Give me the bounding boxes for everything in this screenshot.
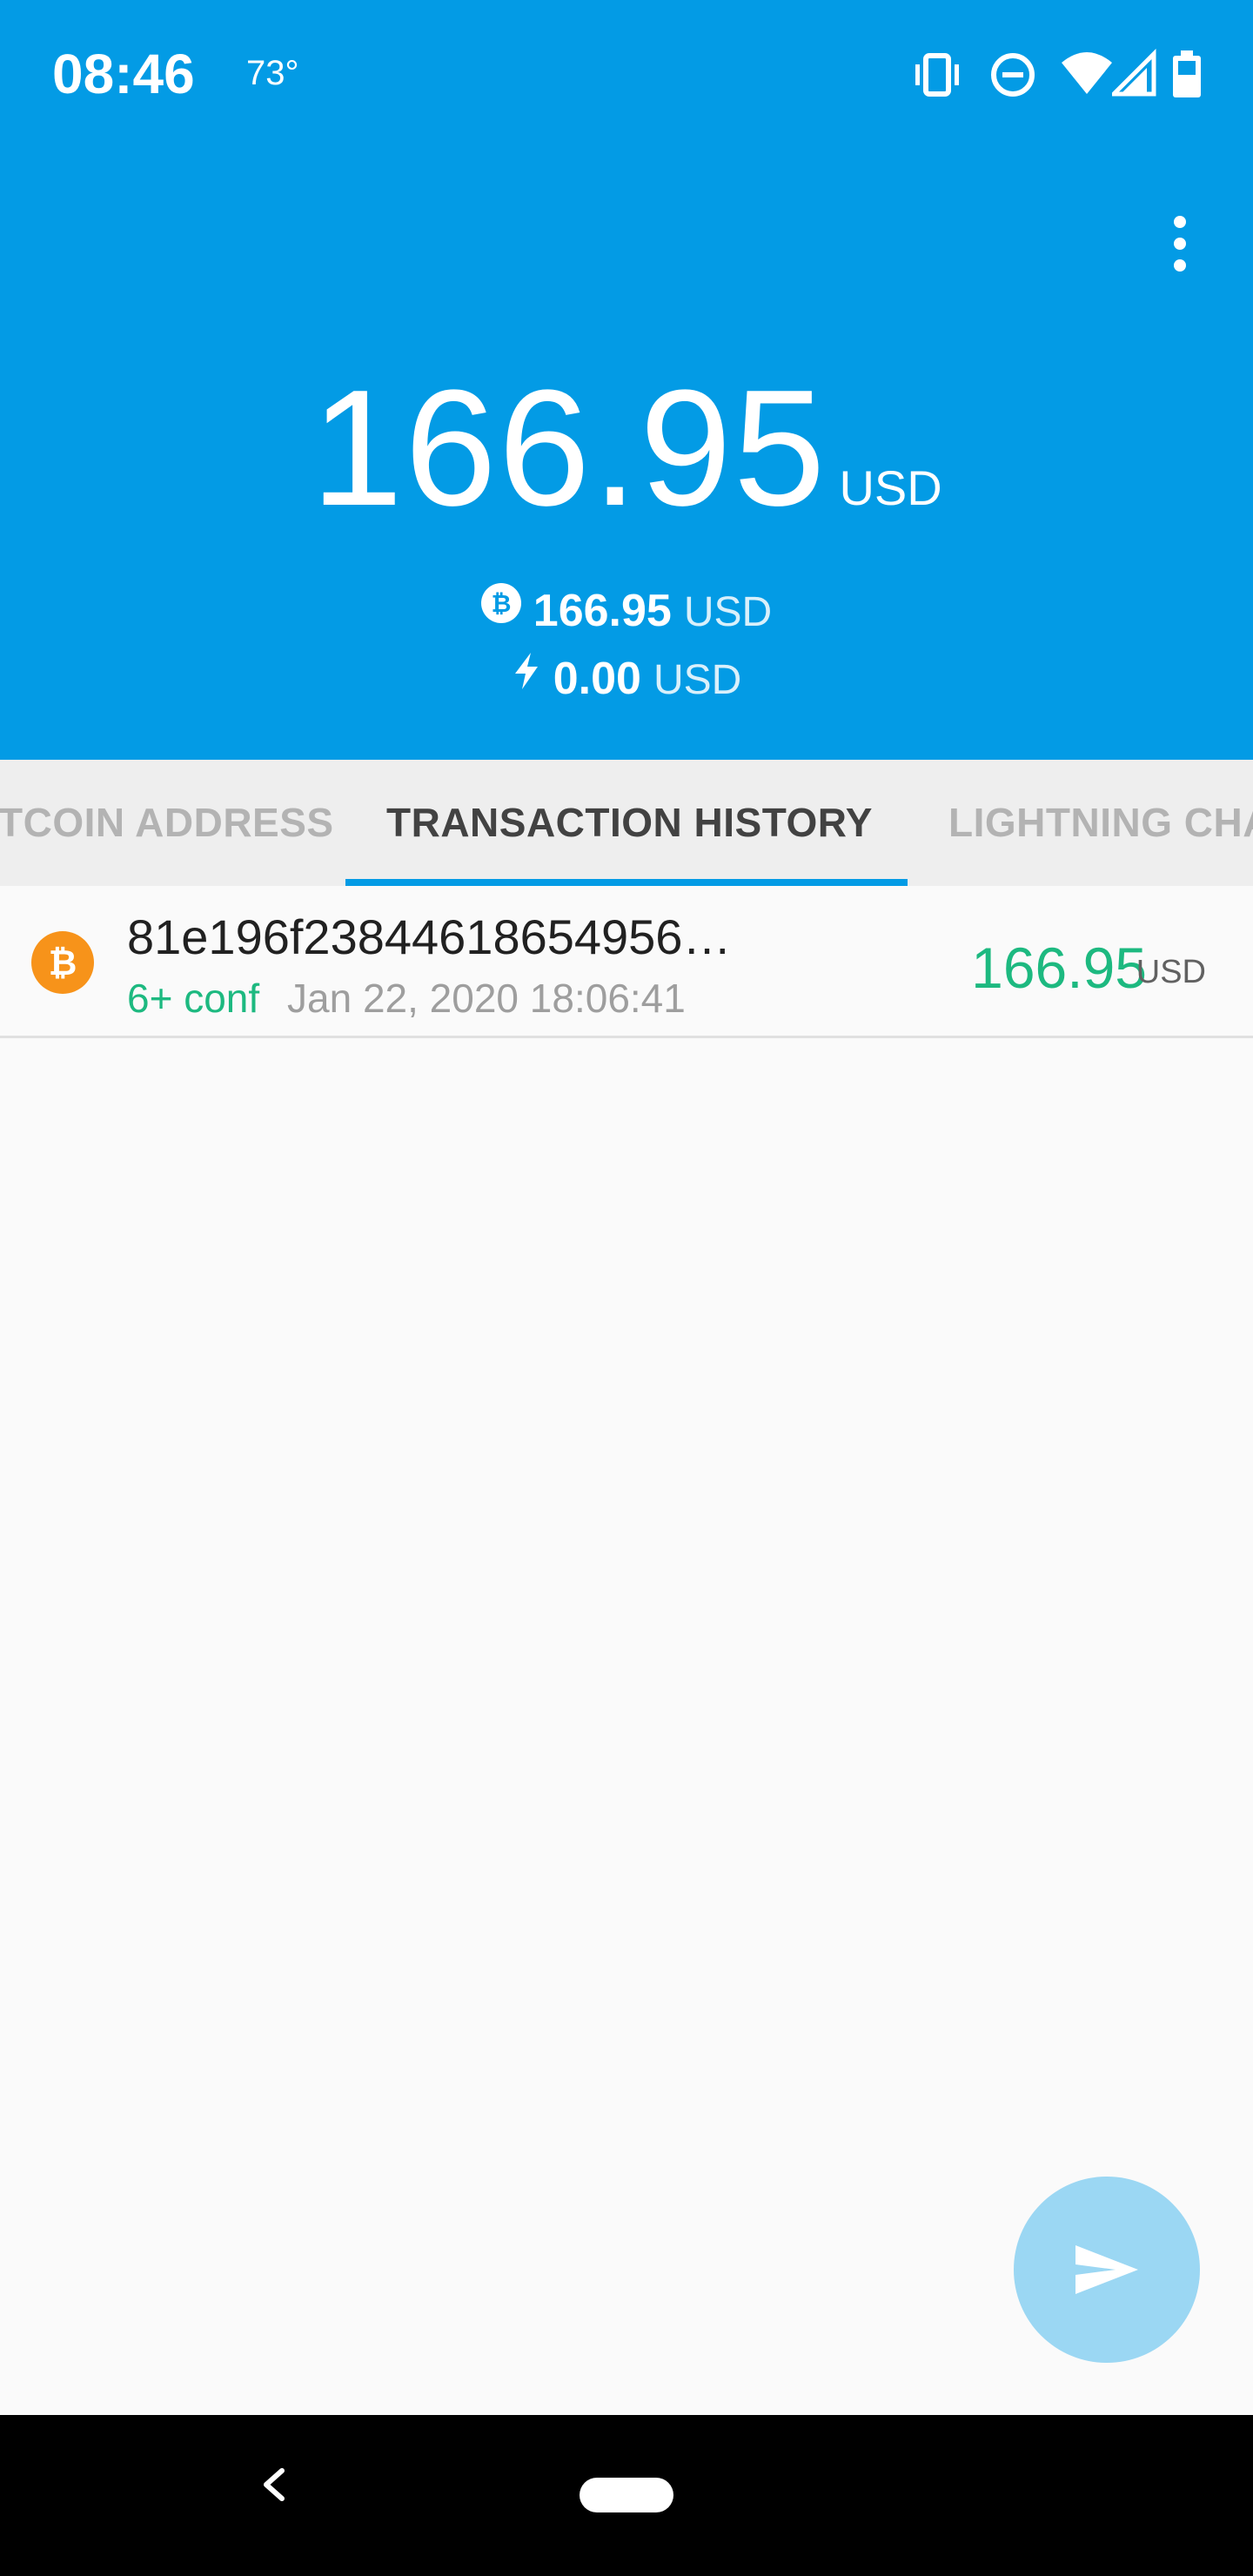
tab-indicator bbox=[345, 879, 908, 886]
lightning-icon bbox=[512, 650, 541, 702]
wallet-header: 08:46 73° 166.95 USD ₿ 166.95 USD 0.00 U… bbox=[0, 0, 1253, 760]
bitcoin-icon: ₿ bbox=[480, 582, 521, 634]
vibrate-icon bbox=[912, 49, 962, 105]
bitcoin-icon: ₿ bbox=[31, 931, 94, 994]
more-vert-icon[interactable] bbox=[1154, 209, 1206, 278]
transaction-row[interactable]: ₿ 81e196f23844618654956… 6+ conf Jan 22,… bbox=[0, 886, 1253, 1038]
balance-amount: 166.95 bbox=[311, 356, 828, 540]
onchain-amount: 166.95 bbox=[533, 586, 672, 636]
send-icon bbox=[1075, 2245, 1138, 2294]
status-time: 08:46 bbox=[52, 43, 195, 105]
tab-bitcoin-address[interactable]: TCOIN ADDRESS bbox=[0, 760, 334, 886]
status-icons bbox=[912, 48, 1208, 101]
onchain-balance: ₿ 166.95 USD bbox=[0, 582, 1253, 640]
transaction-date: Jan 22, 2020 18:06:41 bbox=[287, 976, 686, 1021]
wifi-icon bbox=[1060, 49, 1114, 105]
tab-lightning-channels[interactable]: LIGHTNING CHA bbox=[948, 760, 1253, 886]
balance-unit: USD bbox=[839, 460, 942, 515]
lightning-balance: 0.00 USD bbox=[0, 653, 1253, 708]
status-temperature: 73° bbox=[246, 54, 299, 92]
total-balance: 166.95 USD bbox=[0, 366, 1253, 531]
battery-icon bbox=[1169, 49, 1204, 105]
tab-bar: TCOIN ADDRESS TRANSACTION HISTORY LIGHTN… bbox=[0, 760, 1253, 886]
svg-text:₿: ₿ bbox=[49, 943, 77, 983]
transaction-id: 81e196f23844618654956… bbox=[127, 909, 732, 964]
transaction-confirmations: 6+ conf bbox=[127, 976, 260, 1021]
system-nav-bar bbox=[0, 2415, 1253, 2576]
onchain-unit: USD bbox=[683, 589, 773, 635]
lightning-unit: USD bbox=[653, 657, 742, 703]
home-pill-button[interactable] bbox=[580, 2478, 673, 2512]
svg-text:₿: ₿ bbox=[491, 589, 511, 618]
do-not-disturb-icon bbox=[988, 49, 1037, 105]
back-icon[interactable] bbox=[252, 2450, 296, 2519]
tab-transaction-history[interactable]: TRANSACTION HISTORY bbox=[386, 760, 873, 886]
signal-icon bbox=[1108, 48, 1157, 105]
transaction-unit: USD bbox=[1136, 954, 1206, 990]
send-button[interactable] bbox=[1014, 2177, 1200, 2363]
transaction-amount: 166.95 bbox=[971, 936, 1147, 1000]
lightning-amount: 0.00 bbox=[553, 654, 641, 704]
